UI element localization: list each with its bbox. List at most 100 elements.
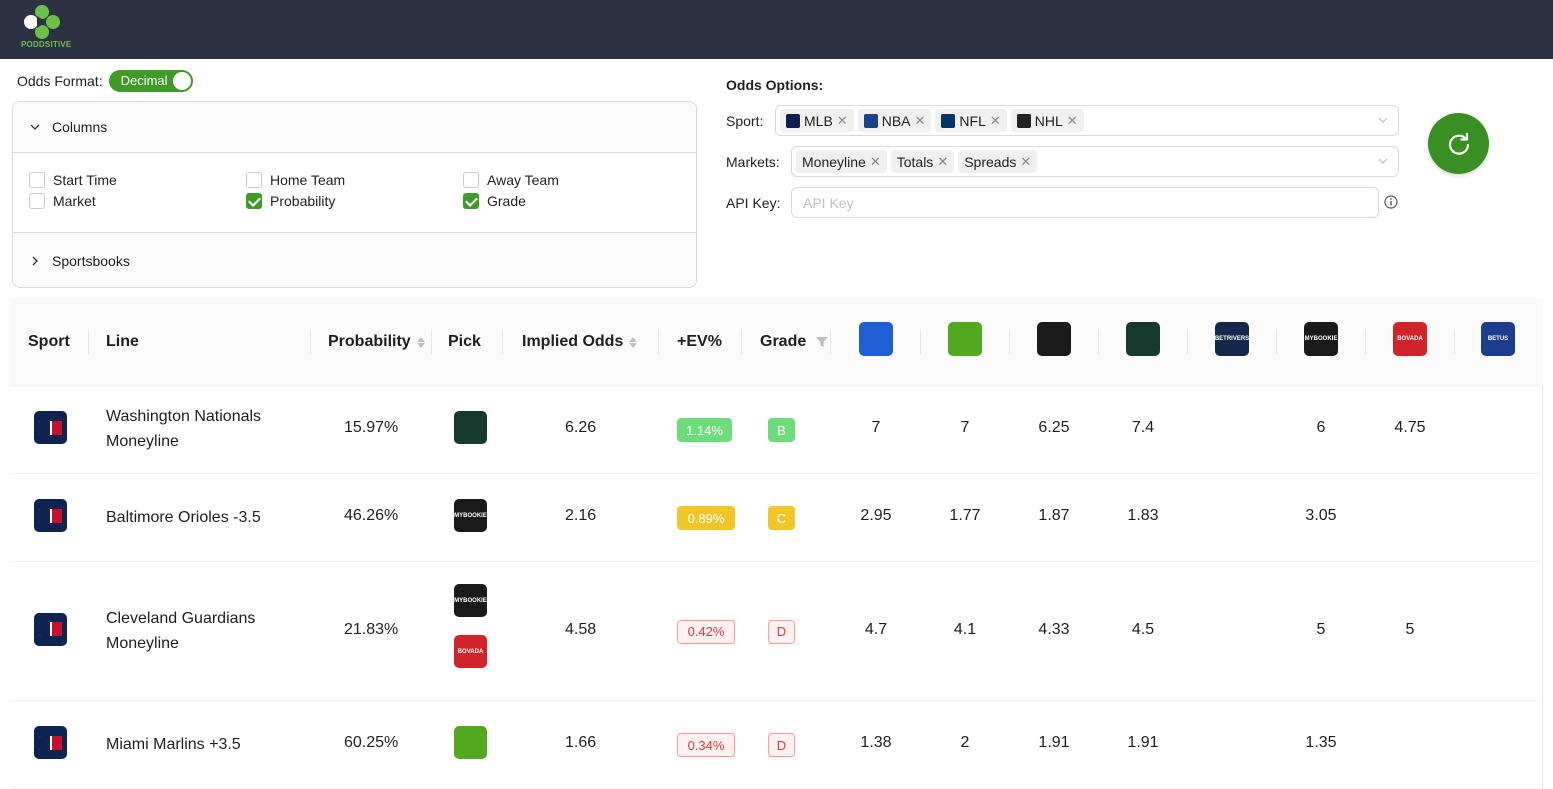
mlb-icon	[34, 499, 67, 532]
column-option-grade[interactable]: Grade	[463, 193, 526, 209]
bovada-logo-icon[interactable]: BOVADA	[1393, 322, 1427, 356]
column-separator	[502, 329, 503, 354]
chevron-down-icon[interactable]	[1378, 156, 1388, 166]
toggle-knob	[172, 72, 191, 90]
table-row[interactable]: Baltimore Orioles -3.5 46.26% MYBOOKIE 2.16…	[10, 474, 1543, 562]
market-tag-moneyline: Moneyline ✕	[796, 150, 887, 173]
columns-panel-header[interactable]: Columns	[13, 102, 696, 153]
caesars-logo-icon[interactable]	[1126, 322, 1160, 356]
chevron-down-icon	[30, 124, 40, 130]
column-header-grade[interactable]: Grade	[760, 298, 829, 386]
info-icon[interactable]	[1384, 195, 1398, 209]
fanduel-logo-icon[interactable]	[859, 322, 893, 356]
refresh-button[interactable]	[1428, 113, 1489, 174]
column-header-sport: Sport	[28, 333, 70, 350]
checkbox[interactable]	[29, 193, 45, 209]
line-text: Moneyline	[106, 433, 179, 450]
ev-badge: 0.89%	[677, 506, 735, 530]
column-option-market[interactable]: Market	[29, 193, 96, 209]
sort-icon[interactable]	[629, 336, 638, 348]
column-option-label: Home Team	[270, 172, 346, 188]
odds-cell: 3.05	[1305, 507, 1337, 524]
column-separator	[920, 329, 921, 354]
grade-badge: B	[768, 418, 795, 442]
markets-select[interactable]: Moneyline ✕ Totals ✕ Spreads ✕	[791, 146, 1399, 177]
checkbox[interactable]	[463, 172, 479, 188]
filter-icon[interactable]	[816, 336, 829, 348]
pick-mybookie-logo-icon[interactable]: MYBOOKIE	[454, 499, 487, 532]
grade-badge: D	[768, 733, 795, 757]
line-cell: Cleveland Guardians Moneyline	[106, 606, 255, 656]
line-cell: Baltimore Orioles -3.5	[106, 505, 261, 530]
pick-caesars-logo-icon[interactable]	[454, 411, 487, 444]
table-row[interactable]: Miami Marlins +3.5 60.25% 1.66 0.34% D 1.38 2 1…	[10, 701, 1543, 789]
probability-cell: 21.83%	[344, 620, 399, 638]
chevron-down-icon[interactable]	[1378, 115, 1388, 125]
api-key-label: API Key:	[726, 195, 781, 211]
column-separator	[741, 329, 742, 354]
checkbox[interactable]	[246, 172, 262, 188]
odds-format: Odds Format: Decimal	[17, 70, 193, 92]
market-tag-spreads: Spreads ✕	[958, 150, 1038, 173]
column-header-ev: +EV%	[677, 333, 722, 350]
odds-cell: 4.1	[953, 620, 977, 638]
pick-mybookie-logo-icon[interactable]: MYBOOKIE	[454, 584, 487, 617]
implied-odds-cell: 6.26	[565, 419, 597, 436]
mybookie-logo-icon[interactable]: MYBOOKIE	[1304, 322, 1338, 356]
betmgm-logo-icon[interactable]	[1037, 322, 1071, 356]
line-text: Washington Nationals	[106, 408, 262, 425]
close-icon[interactable]: ✕	[990, 113, 1001, 129]
column-header-label: Probability	[328, 333, 411, 350]
column-option-away-team[interactable]: Away Team	[463, 172, 559, 188]
api-key-input[interactable]	[791, 187, 1379, 218]
table-row[interactable]: Washington Nationals Moneyline 15.97% 6.26 1…	[10, 386, 1543, 474]
close-icon[interactable]: ✕	[1067, 113, 1078, 129]
nba-icon	[863, 113, 878, 128]
betus-logo-icon[interactable]: BETUS	[1481, 322, 1515, 356]
close-icon[interactable]: ✕	[937, 154, 948, 170]
column-separator	[1365, 329, 1366, 354]
market-tag-totals: Totals ✕	[890, 150, 955, 173]
line-text: Baltimore Orioles -3.5	[106, 508, 261, 526]
column-separator	[1187, 329, 1188, 354]
pick-bovada-logo-icon[interactable]: BOVADA	[454, 635, 487, 668]
draftkings-logo-icon[interactable]	[948, 322, 982, 356]
column-option-home-team[interactable]: Home Team	[246, 172, 345, 188]
mlb-icon	[34, 411, 67, 444]
sport-select[interactable]: MLB ✕ NBA ✕ NFL ✕ NHL ✕	[775, 105, 1399, 136]
checkbox-checked[interactable]	[463, 193, 479, 209]
checkbox[interactable]	[29, 172, 45, 188]
implied-odds-cell: 1.66	[565, 734, 597, 751]
column-option-start-time[interactable]: Start Time	[29, 172, 117, 188]
close-icon[interactable]: ✕	[870, 154, 881, 170]
column-separator	[1454, 329, 1455, 354]
odds-cell: 1.91	[1038, 734, 1070, 751]
grade-badge: C	[768, 506, 795, 530]
column-option-probability[interactable]: Probability	[246, 193, 335, 209]
column-header-label: Grade	[760, 333, 807, 350]
odds-format-toggle[interactable]: Decimal	[108, 70, 193, 92]
odds-cell: 7	[871, 419, 881, 436]
column-header-implied-odds[interactable]: Implied Odds	[522, 298, 638, 386]
odds-cell: 2	[960, 734, 970, 751]
checkbox-checked[interactable]	[246, 193, 262, 209]
sort-icon[interactable]	[416, 336, 425, 348]
sport-tag-nba: NBA ✕	[857, 109, 932, 132]
column-header-probability[interactable]: Probability	[328, 298, 425, 386]
column-separator	[431, 329, 432, 354]
line-text: Moneyline	[106, 634, 179, 652]
odds-cell: 6	[1316, 419, 1326, 436]
pick-draftkings-logo-icon[interactable]	[454, 726, 487, 759]
betrivers-logo-icon[interactable]: BETRIVERS	[1215, 322, 1249, 356]
odds-cell: 4.7	[864, 620, 888, 638]
sportsbooks-panel-header[interactable]: Sportsbooks	[13, 233, 696, 287]
column-header-line: Line	[106, 333, 139, 350]
column-separator	[1276, 329, 1277, 354]
close-icon[interactable]: ✕	[837, 113, 848, 129]
close-icon[interactable]: ✕	[915, 113, 926, 129]
table-row[interactable]: Cleveland Guardians Moneyline 21.83% MYBOOK…	[10, 562, 1543, 701]
column-separator	[1098, 329, 1099, 354]
column-separator	[310, 329, 311, 354]
odds-cell: 7.4	[1131, 419, 1155, 436]
close-icon[interactable]: ✕	[1020, 154, 1031, 170]
